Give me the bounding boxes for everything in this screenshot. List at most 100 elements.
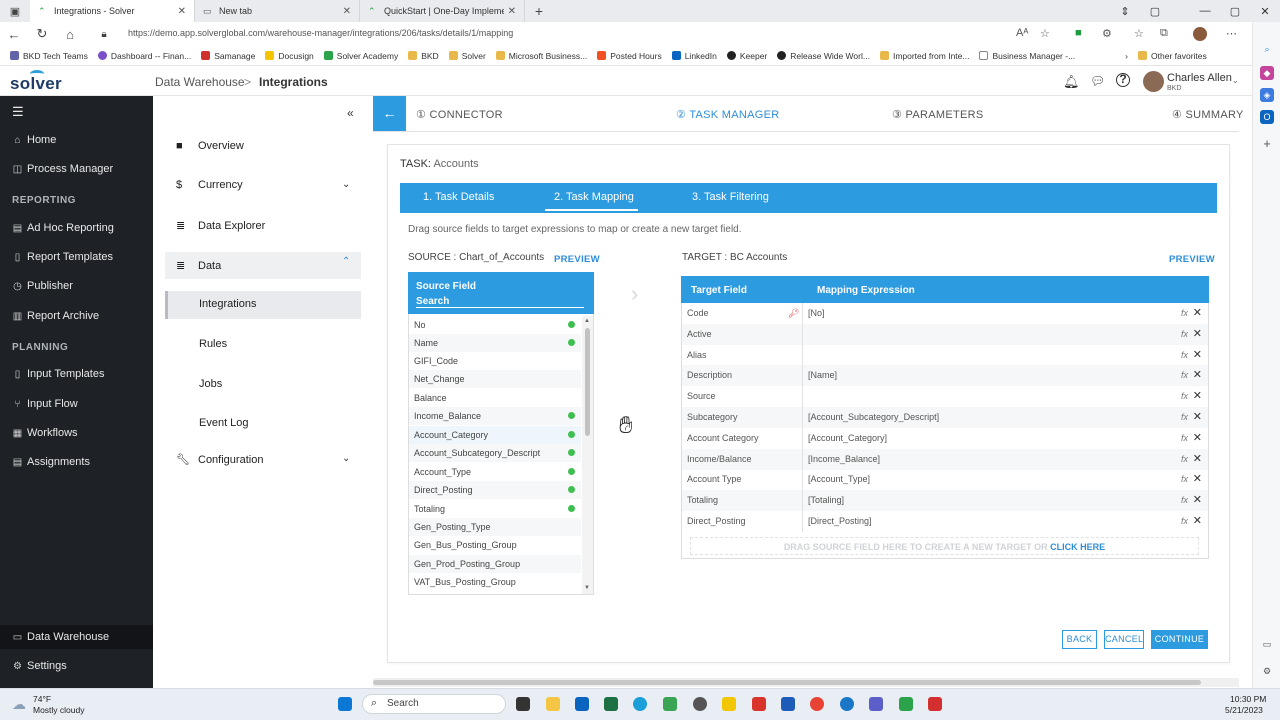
shopping-icon[interactable]: ◆ [1260,66,1274,80]
bookmark-keeper[interactable]: Keeper [726,51,767,61]
target-mapping-row[interactable]: Account Type [Account_Type] fx ✕ [682,469,1208,491]
source-field-item[interactable]: Net_Change [409,370,581,388]
function-fx-icon[interactable]: fx [1181,386,1188,407]
source-search-input[interactable] [416,295,584,308]
source-field-item[interactable]: GIFI_Code [409,352,581,370]
nav-input-templates[interactable]: ▯ Input Templates [12,368,105,380]
subnav-data[interactable]: ≣ Data [176,259,221,273]
bookmark-bkd[interactable]: BKD [408,51,439,61]
nav-input-flow[interactable]: ⑂ Input Flow [12,398,78,410]
mapping-expression[interactable]: [Account_Type] [808,469,870,490]
cancel-button[interactable]: CANCEL [1104,630,1144,649]
tab-task-filtering[interactable]: 3. Task Filtering [692,191,769,203]
source-field-item[interactable]: VAT_Bus_Posting_Group [409,573,581,591]
bookmark-dashboard[interactable]: Dashboard -- Finan... [97,51,191,61]
bookmarks-overflow-icon[interactable]: › [1125,51,1128,61]
profile-avatar[interactable] [1193,27,1207,41]
word-icon[interactable] [781,697,795,711]
target-mapping-row[interactable]: Account Category [Account_Category] fx ✕ [682,427,1208,449]
browser-tab-integrations[interactable]: ⌃ Integrations - Solver ✕ [30,0,195,22]
target-mapping-row[interactable]: Source fx ✕ [682,386,1208,408]
app-icon[interactable] [928,697,942,711]
function-fx-icon[interactable]: fx [1181,365,1188,386]
copilot-icon[interactable]: ▢ [1140,0,1170,22]
delete-mapping-icon[interactable]: ✕ [1193,490,1202,511]
bi-icon[interactable] [722,697,736,711]
delete-mapping-icon[interactable]: ✕ [1193,469,1202,490]
source-field-item[interactable]: Totaling [409,500,581,518]
home-icon[interactable]: ⌂ [56,27,84,42]
settings-icon[interactable]: ⚙ [1260,664,1274,678]
delete-mapping-icon[interactable]: ✕ [1193,511,1202,532]
remote-icon[interactable] [840,697,854,711]
function-fx-icon[interactable]: fx [1181,511,1188,532]
nav-ad-hoc-reporting[interactable]: ▤ Ad Hoc Reporting [12,222,114,234]
delete-mapping-icon[interactable]: ✕ [1193,428,1202,449]
function-fx-icon[interactable]: fx [1181,407,1188,428]
source-field-item[interactable]: Income_Balance [409,407,581,425]
bookmark-linkedin[interactable]: LinkedIn [671,51,717,61]
subnav-integrations[interactable]: Integrations [199,298,256,310]
delete-mapping-icon[interactable]: ✕ [1193,324,1202,345]
source-field-item[interactable]: Account_Subcategory_Descript [409,444,581,462]
browser-tab-quickstart[interactable]: ⌃ QuickStart | One-Day Implement ✕ [360,0,525,22]
wizard-step-summary[interactable]: ④ SUMMARY [1172,108,1244,121]
nav-assignments[interactable]: ▤ Assignments [12,456,90,468]
chat-icon[interactable]: 💬︎ [1090,74,1105,88]
subnav-currency[interactable]: $ Currency [176,179,243,191]
layout-icon[interactable]: ▭ [1260,637,1274,651]
nav-workflows[interactable]: ▦ Workflows [12,427,78,439]
target-mapping-row[interactable]: Subcategory [Account_Subcategory_Descript… [682,407,1208,428]
delete-mapping-icon[interactable]: ✕ [1193,345,1202,366]
add-icon[interactable]: + [1260,137,1274,151]
subnav-data-explorer[interactable]: ≣ Data Explorer [176,219,265,233]
source-field-item[interactable]: Gen_Prod_Posting_Group [409,555,581,573]
minimize-icon[interactable]: — [1190,0,1220,22]
read-aloud-icon[interactable]: Aᴬ [1016,27,1028,39]
task-view-icon[interactable] [516,697,530,711]
target-preview-link[interactable]: PREVIEW [1169,254,1215,265]
taskbar-search[interactable]: Search [362,694,506,714]
extensions-icon[interactable]: ⚙ [1102,27,1112,40]
bookmark-bkd-tech-teams[interactable]: BKD Tech Teams [10,51,88,61]
favorite-star-icon[interactable]: ☆ [1040,27,1050,40]
subnav-event-log[interactable]: Event Log [199,417,249,429]
source-field-item[interactable]: Gen_Bus_Posting_Group [409,536,581,554]
windows-start-icon[interactable] [338,697,352,711]
close-tab-icon[interactable]: ✕ [508,6,516,17]
bookmark-business-manager[interactable]: Business Manager -... [979,51,1075,61]
solver-logo[interactable]: solver [10,74,62,94]
target-mapping-row[interactable]: Income/Balance [Income_Balance] fx ✕ [682,448,1208,470]
outlook-icon[interactable]: O [1260,110,1274,124]
collapse-subnav-icon[interactable]: « [347,106,354,120]
delete-mapping-icon[interactable]: ✕ [1193,386,1202,407]
more-menu-icon[interactable]: ⋯ [1226,27,1237,40]
hamburger-menu-icon[interactable]: ☰ [12,104,24,120]
chevron-down-icon[interactable]: ⌄ [342,453,350,464]
delete-mapping-icon[interactable]: ✕ [1193,407,1202,428]
close-tab-icon[interactable]: ✕ [178,6,186,17]
source-field-item[interactable]: No [409,316,581,334]
target-mapping-row[interactable]: Alias fx ✕ [682,344,1208,366]
restore-icon[interactable]: ▢ [1220,0,1250,22]
nav-report-templates[interactable]: ▯ Report Templates [12,251,113,263]
mapping-expression[interactable]: [Income_Balance] [808,449,880,470]
mapping-expression[interactable]: [Direct_Posting] [808,511,872,532]
continue-button[interactable]: CONTINUE [1151,630,1208,649]
source-preview-link[interactable]: PREVIEW [554,254,600,265]
user-menu-chevron-icon[interactable]: ⌄ [1232,76,1239,85]
new-tab-button[interactable]: + [525,3,553,19]
subnav-jobs[interactable]: Jobs [199,378,222,390]
source-field-item[interactable]: Balance [409,389,581,407]
subnav-overview[interactable]: ■ Overview [176,140,244,152]
new-target-dropzone[interactable]: DRAG SOURCE FIELD HERE TO CREATE A NEW T… [690,537,1199,555]
collapse-icon[interactable]: ⇕ [1110,0,1140,22]
function-fx-icon[interactable]: fx [1181,490,1188,511]
app-icon[interactable] [899,697,913,711]
browser-tab-new[interactable]: ▭ New tab ✕ [195,0,360,22]
file-explorer-icon[interactable] [546,697,560,711]
bookmark-microsoft-business[interactable]: Microsoft Business... [495,51,587,61]
close-tab-icon[interactable]: ✕ [343,6,351,17]
function-fx-icon[interactable]: fx [1181,345,1188,366]
page-horizontal-scrollbar-thumb[interactable] [373,680,1201,685]
